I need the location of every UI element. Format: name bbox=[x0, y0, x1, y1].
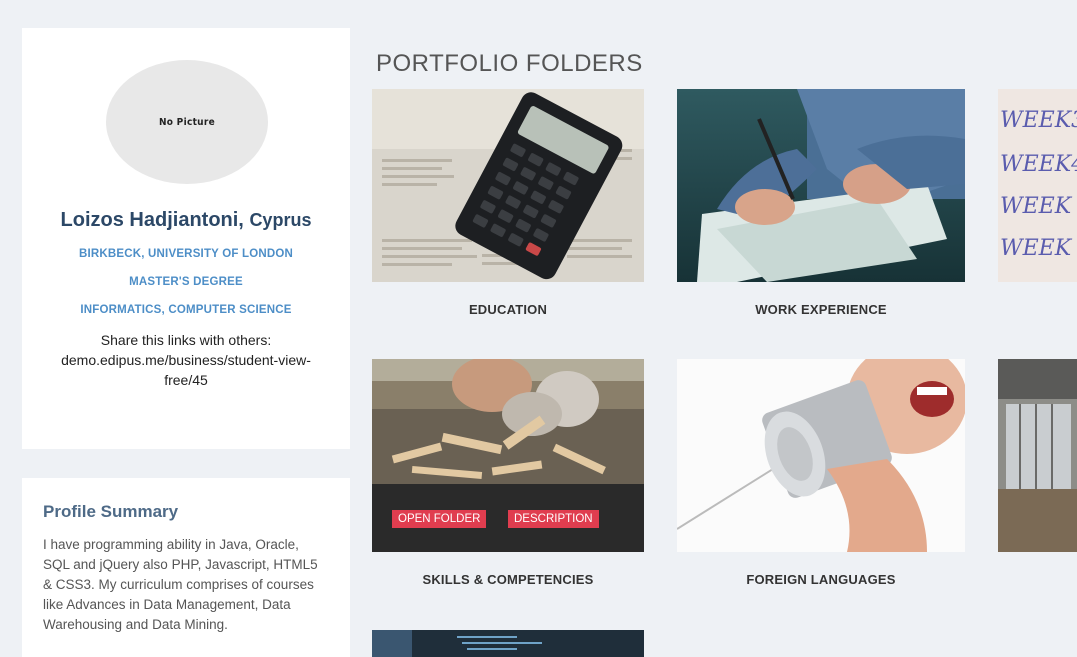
profile-university: BIRKBECK, UNIVERSITY OF LONDON bbox=[78, 248, 294, 260]
folder-label-education[interactable]: EDUCATION bbox=[372, 302, 644, 317]
share-link[interactable]: demo.edipus.me/business/student-view-fre… bbox=[52, 350, 320, 390]
tin-can-phone-photo bbox=[677, 359, 965, 552]
folder-label-skills[interactable]: SKILLS & COMPETENCIES bbox=[372, 572, 644, 587]
office-room-photo bbox=[998, 359, 1077, 552]
folder-tile-weekly-notes[interactable]: WEEK3 WEEK4 WEEK WEEK bbox=[998, 89, 1077, 282]
weekly-notes-photo: WEEK3 WEEK4 WEEK WEEK bbox=[998, 89, 1077, 282]
share-text: Share this links with others: bbox=[100, 332, 272, 348]
profile-summary-card: Profile Summary I have programming abili… bbox=[22, 478, 350, 657]
svg-text:WEEK: WEEK bbox=[1000, 236, 1073, 261]
portfolio-title: PORTFOLIO FOLDERS bbox=[376, 50, 643, 77]
folder-tile-foreign-languages[interactable] bbox=[677, 359, 965, 552]
profile-degree: MASTER'S DEGREE bbox=[129, 276, 243, 288]
calculator-photo bbox=[372, 89, 644, 282]
profile-name: Loizos Hadjiantoni, bbox=[60, 209, 244, 231]
summary-title: Profile Summary bbox=[43, 502, 179, 521]
svg-text:WEEK3: WEEK3 bbox=[1000, 108, 1077, 133]
code-screen-photo bbox=[372, 630, 644, 657]
folder-tile-work-experience[interactable] bbox=[677, 89, 965, 282]
folder-tile-code[interactable] bbox=[372, 630, 644, 657]
folder-tile-office[interactable] bbox=[998, 359, 1077, 552]
folder-label-work-experience[interactable]: WORK EXPERIENCE bbox=[685, 302, 957, 317]
profile-country: Cyprus bbox=[249, 210, 312, 230]
svg-text:WEEK: WEEK bbox=[1000, 194, 1073, 219]
folder-tile-education[interactable] bbox=[372, 89, 644, 282]
folder-label-foreign-languages[interactable]: FOREIGN LANGUAGES bbox=[685, 572, 957, 587]
open-folder-button[interactable]: OPEN FOLDER bbox=[392, 510, 487, 528]
avatar-placeholder: No Picture bbox=[106, 60, 268, 184]
writing-hands-photo bbox=[677, 89, 965, 282]
profile-field: INFORMATICS, COMPUTER SCIENCE bbox=[80, 304, 292, 316]
profile-card: No Picture Loizos Hadjiantoni, Cyprus BI… bbox=[22, 28, 350, 449]
summary-text: I have programming ability in Java, Orac… bbox=[43, 537, 318, 632]
avatar-text: No Picture bbox=[158, 116, 216, 128]
description-button[interactable]: DESCRIPTION bbox=[508, 510, 599, 528]
profile-name-line: Loizos Hadjiantoni, Cyprus bbox=[22, 209, 350, 232]
svg-text:WEEK4: WEEK4 bbox=[1000, 152, 1077, 177]
folder-tile-skills[interactable]: OPEN FOLDER DESCRIPTION bbox=[372, 359, 644, 552]
